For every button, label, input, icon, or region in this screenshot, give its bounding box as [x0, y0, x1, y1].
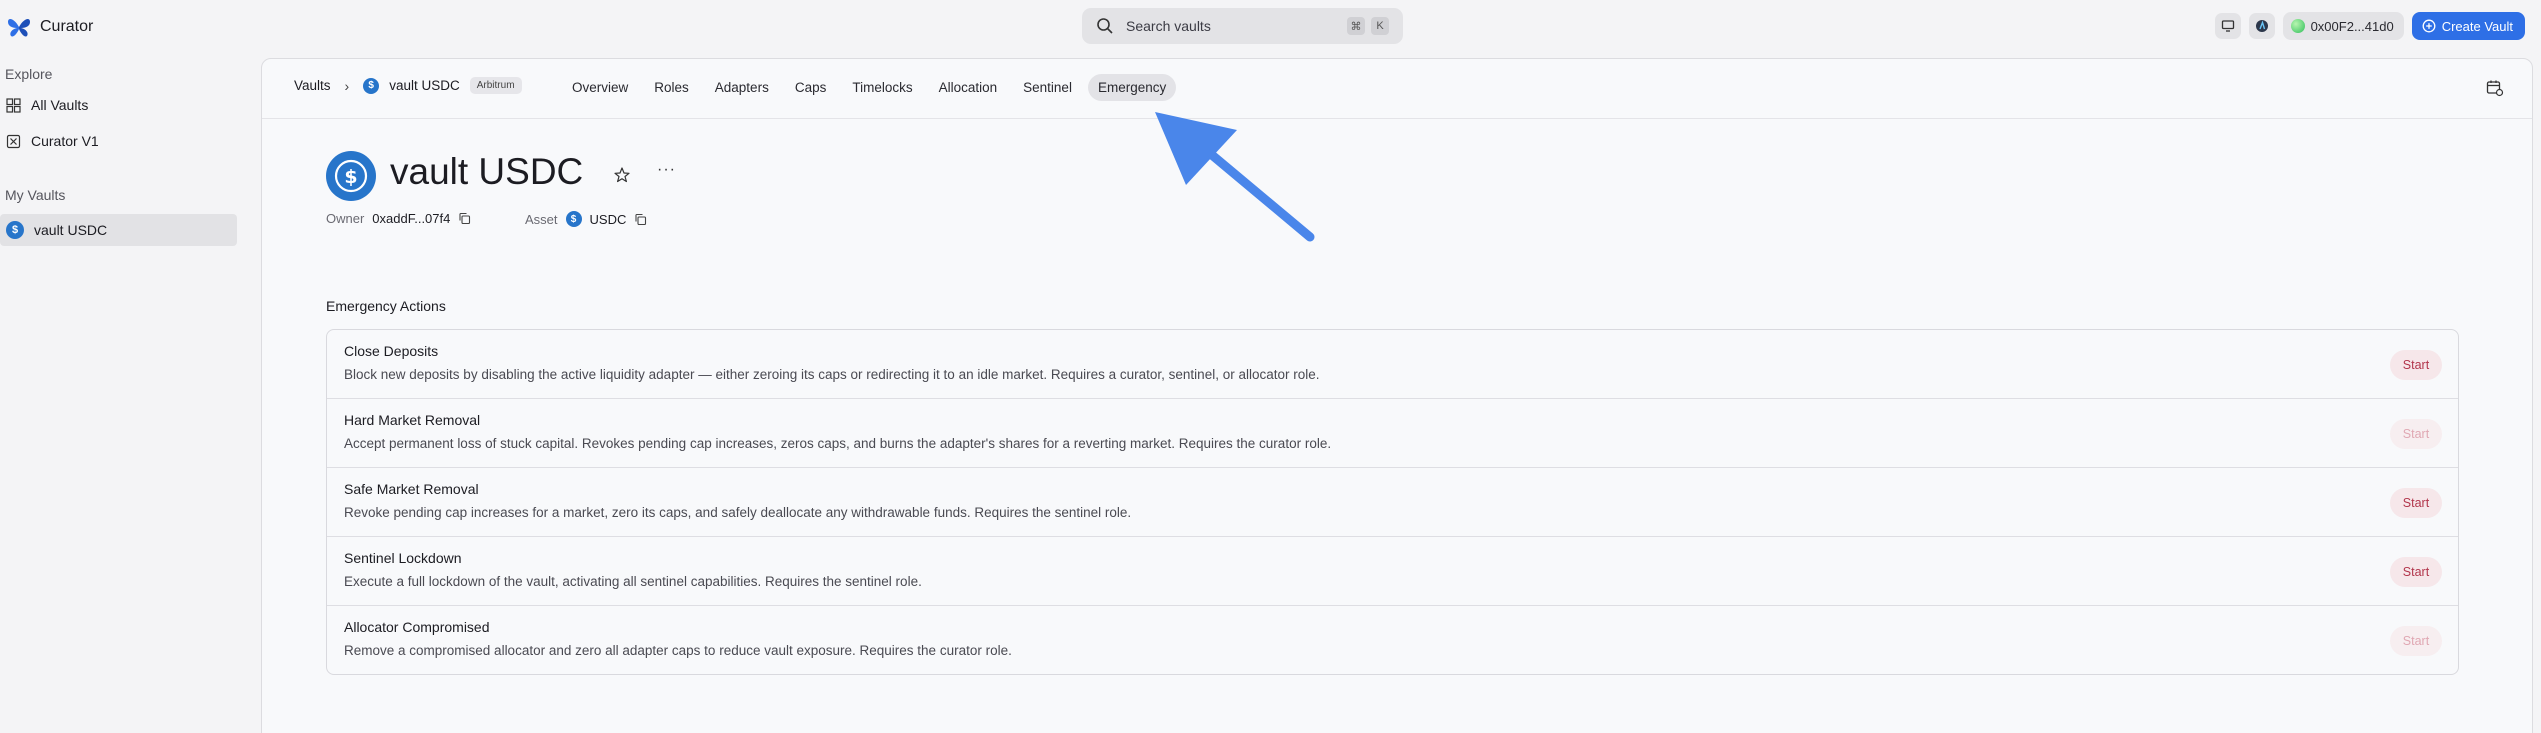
- list-item: Allocator Compromised Remove a compromis…: [327, 606, 2458, 674]
- asset-info: Asset $ USDC: [525, 211, 647, 227]
- action-title: Safe Market Removal: [344, 481, 479, 497]
- search-bar[interactable]: Search vaults ⌘ K: [1082, 8, 1403, 44]
- usdc-icon: $: [363, 77, 380, 94]
- breadcrumb-vaults[interactable]: Vaults: [294, 78, 331, 93]
- chevron-right-icon: ›: [344, 77, 350, 94]
- create-vault-label: Create Vault: [2441, 18, 2513, 34]
- list-item: Close Deposits Block new deposits by dis…: [327, 330, 2458, 399]
- sidebar-section-my-vaults: My Vaults: [5, 187, 66, 203]
- star-icon[interactable]: [613, 166, 631, 184]
- owner-info: Owner 0xaddF...07f4: [326, 211, 471, 226]
- vault-title: vault USDC: [390, 151, 584, 192]
- sidebar-item-all-vaults[interactable]: All Vaults: [0, 89, 237, 121]
- sidebar-item-label: Curator V1: [31, 133, 99, 149]
- search-input[interactable]: Search vaults: [1126, 18, 1341, 34]
- action-description: Block new deposits by disabling the acti…: [344, 367, 1320, 382]
- chain-badge: Arbitrum: [469, 77, 522, 94]
- tab-timelocks[interactable]: Timelocks: [842, 74, 922, 101]
- network-button[interactable]: [2248, 13, 2275, 39]
- tab-overview[interactable]: Overview: [562, 74, 638, 101]
- sidebar-section-explore: Explore: [5, 66, 53, 82]
- asset-label: Asset: [525, 211, 558, 227]
- usdc-icon: $: [6, 221, 24, 239]
- sidebar: Explore All Vaults Curator V1 My Vaults …: [0, 56, 252, 733]
- plus-circle-icon: [2422, 19, 2436, 33]
- top-bar: Curator Search vaults ⌘ K 0x00F2...41d0 …: [0, 0, 2541, 56]
- app-name: Curator: [40, 18, 94, 35]
- copy-icon[interactable]: [458, 212, 471, 225]
- owner-label: Owner: [326, 211, 365, 226]
- asset-value: USDC: [589, 211, 627, 227]
- wallet-address: 0x00F2...41d0: [2310, 18, 2394, 34]
- copy-icon[interactable]: [634, 213, 647, 226]
- start-button[interactable]: Start: [2390, 557, 2442, 587]
- svg-text:$: $: [344, 166, 357, 188]
- action-title: Sentinel Lockdown: [344, 550, 462, 566]
- tab-emergency[interactable]: Emergency: [1087, 74, 1177, 101]
- breadcrumb: Vaults › $ vault USDC Arbitrum: [294, 77, 522, 94]
- vault-logo-usdc-icon: $: [326, 151, 376, 201]
- tab-roles[interactable]: Roles: [644, 74, 699, 101]
- sidebar-item-curator-v1[interactable]: Curator V1: [0, 125, 237, 157]
- app-logo[interactable]: Curator: [6, 14, 93, 40]
- box-x-icon: [6, 134, 21, 148]
- tab-caps[interactable]: Caps: [785, 74, 837, 101]
- create-vault-button[interactable]: Create Vault: [2411, 12, 2525, 40]
- vault-navbar: Vaults › $ vault USDC Arbitrum Overview …: [262, 59, 2532, 119]
- start-button[interactable]: Start: [2390, 626, 2442, 656]
- search-icon: [1097, 18, 1113, 34]
- action-description: Revoke pending cap increases for a marke…: [344, 505, 1132, 520]
- action-description: Accept permanent loss of stuck capital. …: [344, 436, 1332, 451]
- sidebar-item-label: vault USDC: [34, 222, 108, 238]
- start-button[interactable]: Start: [2390, 419, 2442, 449]
- tab-sentinel[interactable]: Sentinel: [1013, 74, 1082, 101]
- emergency-actions-list: Close Deposits Block new deposits by dis…: [326, 329, 2459, 675]
- butterfly-logo-icon: [8, 19, 30, 37]
- usdc-icon: $: [565, 211, 582, 227]
- calendar-settings-icon[interactable]: [2486, 79, 2504, 97]
- shortcut-cmd: ⌘: [1347, 17, 1365, 35]
- main-panel: Vaults › $ vault USDC Arbitrum Overview …: [261, 58, 2533, 733]
- start-button[interactable]: Start: [2390, 488, 2442, 518]
- action-title: Hard Market Removal: [344, 412, 481, 428]
- tab-bar: Overview Roles Adapters Caps Timelocks A…: [562, 74, 1177, 101]
- breadcrumb-vault[interactable]: vault USDC: [389, 78, 460, 93]
- owner-address: 0xaddF...07f4: [372, 211, 451, 226]
- start-button[interactable]: Start: [2390, 350, 2442, 380]
- action-description: Execute a full lockdown of the vault, ac…: [344, 574, 922, 589]
- list-item: Safe Market Removal Revoke pending cap i…: [327, 468, 2458, 537]
- list-item: Sentinel Lockdown Execute a full lockdow…: [327, 537, 2458, 606]
- emergency-actions-title: Emergency Actions: [326, 298, 446, 314]
- action-title: Allocator Compromised: [344, 619, 490, 635]
- shortcut-k: K: [1371, 17, 1389, 35]
- annotation-arrow-icon: [1155, 112, 1315, 242]
- tab-adapters[interactable]: Adapters: [705, 74, 779, 101]
- top-right-actions: 0x00F2...41d0 Create Vault: [2214, 12, 2525, 40]
- sidebar-item-label: All Vaults: [31, 97, 89, 113]
- action-title: Close Deposits: [344, 343, 439, 359]
- display-button[interactable]: [2214, 13, 2241, 39]
- arbitrum-icon: [2255, 20, 2268, 32]
- monitor-icon: [2221, 20, 2234, 32]
- wallet-avatar: [2290, 19, 2305, 33]
- more-options-icon[interactable]: ···: [657, 161, 676, 179]
- action-description: Remove a compromised allocator and zero …: [344, 643, 1012, 658]
- list-item: Hard Market Removal Accept permanent los…: [327, 399, 2458, 468]
- sidebar-item-vault-usdc[interactable]: $ vault USDC: [0, 214, 237, 246]
- grid-icon: [6, 97, 21, 113]
- tab-allocation[interactable]: Allocation: [929, 74, 1008, 101]
- wallet-button[interactable]: 0x00F2...41d0: [2282, 12, 2404, 40]
